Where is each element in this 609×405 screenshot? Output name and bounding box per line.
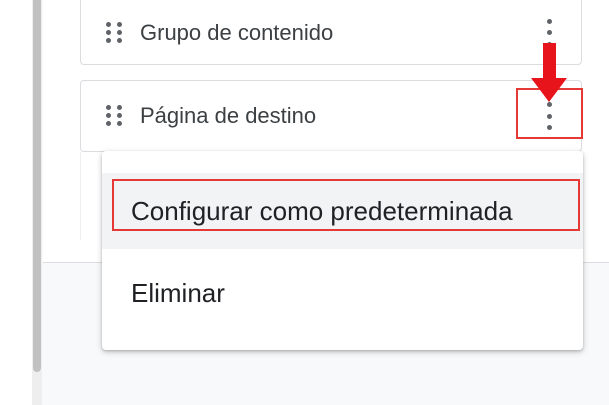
menu-item-label: Configurar como predeterminada [131,195,513,226]
left-panel [0,0,32,405]
menu-item-set-default[interactable]: Configurar como predeterminada [102,173,583,249]
list-item-label: Grupo de contenido [140,19,334,45]
down-arrow-annotation-icon [543,43,556,83]
list-item-label: Página de destino [140,103,317,128]
list-item-pagina-de-destino[interactable]: Página de destino [80,80,582,152]
drag-handle-icon[interactable] [106,21,122,44]
list-item-grupo-de-contenido[interactable]: Grupo de contenido [80,0,582,65]
scrollbar-thumb[interactable] [33,0,41,372]
context-menu: Configurar como predeterminada Eliminar [102,151,583,350]
drag-handle-icon[interactable] [106,105,122,127]
menu-item-delete[interactable]: Eliminar [102,261,583,325]
down-arrow-head-icon [531,78,567,102]
menu-item-label: Eliminar [131,277,225,308]
